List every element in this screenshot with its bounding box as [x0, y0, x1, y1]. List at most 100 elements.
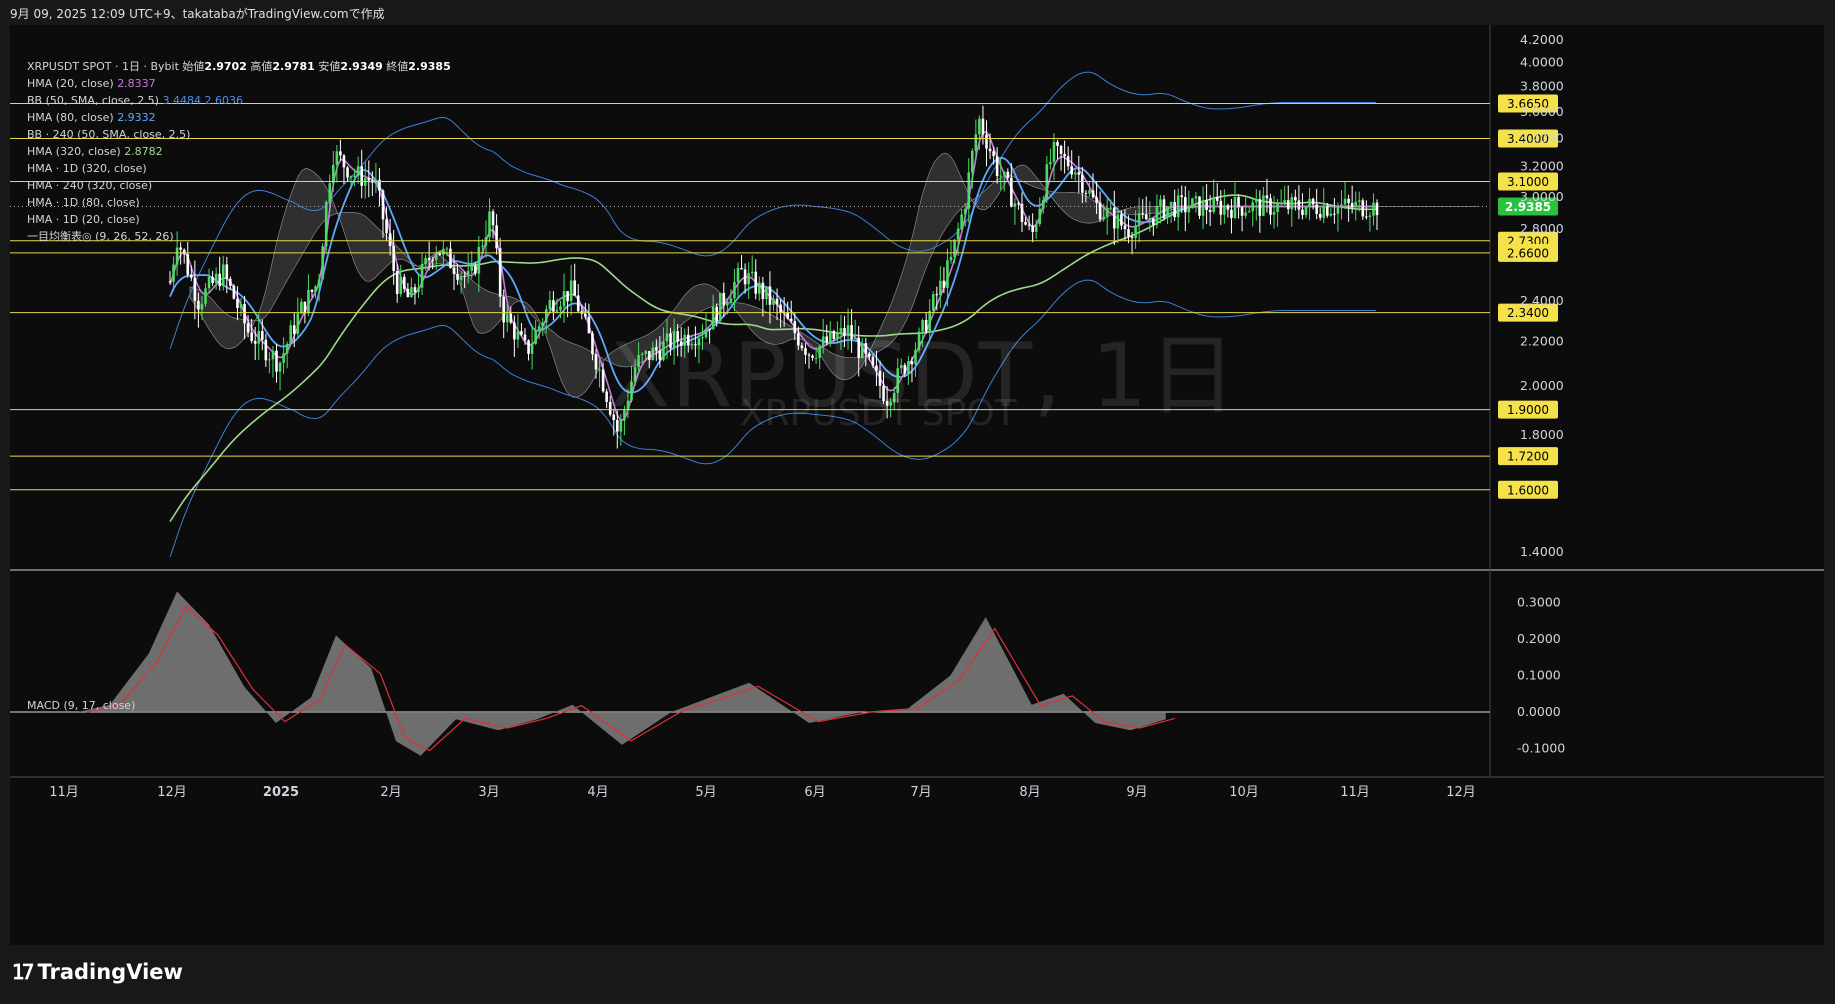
candle-body: [175, 247, 179, 265]
candle-body: [1333, 213, 1336, 215]
candle-body: [509, 313, 513, 323]
candle-body: [750, 271, 754, 274]
candle-body: [1301, 209, 1304, 216]
legend-row[interactable]: BB (50, SMA, close, 2.5) 3.4484 2.6036: [27, 92, 451, 109]
candle-body: [722, 292, 726, 306]
candle-body: [1173, 201, 1176, 218]
candle-body: [1279, 202, 1283, 204]
y-tick-label: 3.8000: [1520, 79, 1564, 94]
candle-body: [456, 273, 459, 280]
tradingview-brand[interactable]: 𝟣𝟩 TradingView: [12, 960, 183, 984]
candle-body: [179, 247, 182, 250]
candle-body: [545, 309, 548, 323]
legend-row[interactable]: HMA (320, close) 2.8782: [27, 143, 451, 160]
candle-body: [530, 343, 534, 354]
candle-body: [1311, 198, 1315, 205]
candle-body: [1141, 213, 1144, 215]
candle-body: [1006, 171, 1010, 178]
level-label: 3.1000: [1507, 175, 1549, 189]
candle-body: [268, 359, 271, 361]
legend-label: HMA · 1D (20, close): [27, 213, 140, 226]
candle-body: [1109, 207, 1113, 209]
candle-body: [505, 313, 509, 323]
candle-body: [1290, 197, 1294, 210]
candle-body: [765, 286, 768, 300]
legend-row[interactable]: HMA · 1D (20, close): [27, 211, 451, 228]
legend-value: 2.6036: [200, 94, 243, 107]
candle-body: [1336, 206, 1340, 214]
candle-body: [236, 298, 239, 308]
legend-row[interactable]: XRPUSDT SPOT · 1日 · Bybit 始値2.9702 高値2.9…: [27, 58, 451, 75]
candle-body: [1034, 223, 1038, 232]
legend-label: BB (50, SMA, close, 2.5): [27, 94, 163, 107]
candle-body: [573, 280, 576, 296]
legend-row[interactable]: BB · 240 (50, SMA, close, 2.5): [27, 126, 451, 143]
candle-body: [758, 282, 761, 294]
legend-row[interactable]: HMA · 1D (320, close): [27, 160, 451, 177]
legend-row[interactable]: HMA · 1D (80, close): [27, 194, 451, 211]
candle-body: [246, 323, 250, 333]
candle-body: [321, 246, 324, 280]
legend-row[interactable]: HMA · 240 (320, close): [27, 177, 451, 194]
legend-row[interactable]: HMA (80, close) 2.9332: [27, 109, 451, 126]
candle-body: [743, 269, 747, 285]
x-tick-label: 2月: [380, 785, 401, 800]
candle-body: [566, 291, 569, 302]
candle-body: [1219, 200, 1223, 215]
candle-body: [1329, 213, 1333, 216]
candle-body: [289, 325, 292, 344]
candle-body: [1056, 141, 1059, 146]
candle-body: [562, 291, 566, 307]
legend-row[interactable]: HMA (20, close) 2.8337: [27, 75, 451, 92]
candle-body: [481, 245, 484, 247]
candle-body: [310, 289, 314, 292]
candle-body: [300, 301, 303, 314]
candle-body: [1127, 229, 1130, 237]
candle-body: [413, 287, 417, 293]
candle-body: [445, 248, 449, 250]
y-tick-label: 2.0000: [1520, 378, 1564, 393]
x-tick-label: 11月: [1340, 785, 1370, 800]
candle-body: [601, 369, 605, 392]
legend-label: BB · 240 (50, SMA, close, 2.5): [27, 128, 191, 141]
candle-body: [1155, 206, 1159, 225]
candle-body: [1063, 153, 1066, 157]
x-tick-label: 4月: [587, 785, 608, 800]
candle-body: [417, 287, 420, 293]
candle-body: [261, 331, 264, 340]
y-tick-label: 3.0000: [1520, 189, 1564, 204]
candle-body: [488, 211, 491, 238]
candle-body: [1137, 213, 1141, 226]
candle-body: [1347, 198, 1350, 203]
candle-body: [250, 332, 253, 341]
candle-body: [317, 279, 321, 287]
candle-body: [1166, 206, 1169, 218]
legend-value: 2.8337: [117, 77, 156, 90]
brand-label: TradingView: [37, 960, 183, 984]
ohlc-key: 高値: [246, 60, 273, 73]
candle-body: [520, 331, 523, 335]
level-label: 2.6600: [1507, 246, 1549, 260]
candle-body: [587, 316, 591, 334]
candle-body: [449, 248, 452, 268]
candle-body: [605, 391, 608, 402]
candle-body: [1169, 201, 1173, 207]
legend-row[interactable]: 一目均衡表◎ (9, 26, 52, 26): [27, 228, 451, 245]
candle-body: [537, 326, 541, 331]
candle-body: [285, 343, 289, 354]
candle-body: [1262, 195, 1265, 216]
y-tick-label: 2.8000: [1520, 221, 1564, 236]
chart-header: 9月 09, 2025 12:09 UTC+9、takatabaがTrading…: [10, 7, 385, 21]
candle-body: [1084, 192, 1088, 194]
candle-body: [1027, 224, 1031, 226]
candle-body: [1283, 200, 1286, 203]
candle-body: [168, 281, 172, 283]
candle-body: [1294, 197, 1297, 201]
candle-body: [410, 287, 413, 298]
x-tick-label: 6月: [804, 785, 825, 800]
candle-body: [541, 322, 545, 327]
candle-body: [555, 309, 559, 312]
candle-body: [1265, 195, 1269, 199]
candle-body: [1368, 215, 1372, 218]
candle-body: [442, 248, 445, 255]
